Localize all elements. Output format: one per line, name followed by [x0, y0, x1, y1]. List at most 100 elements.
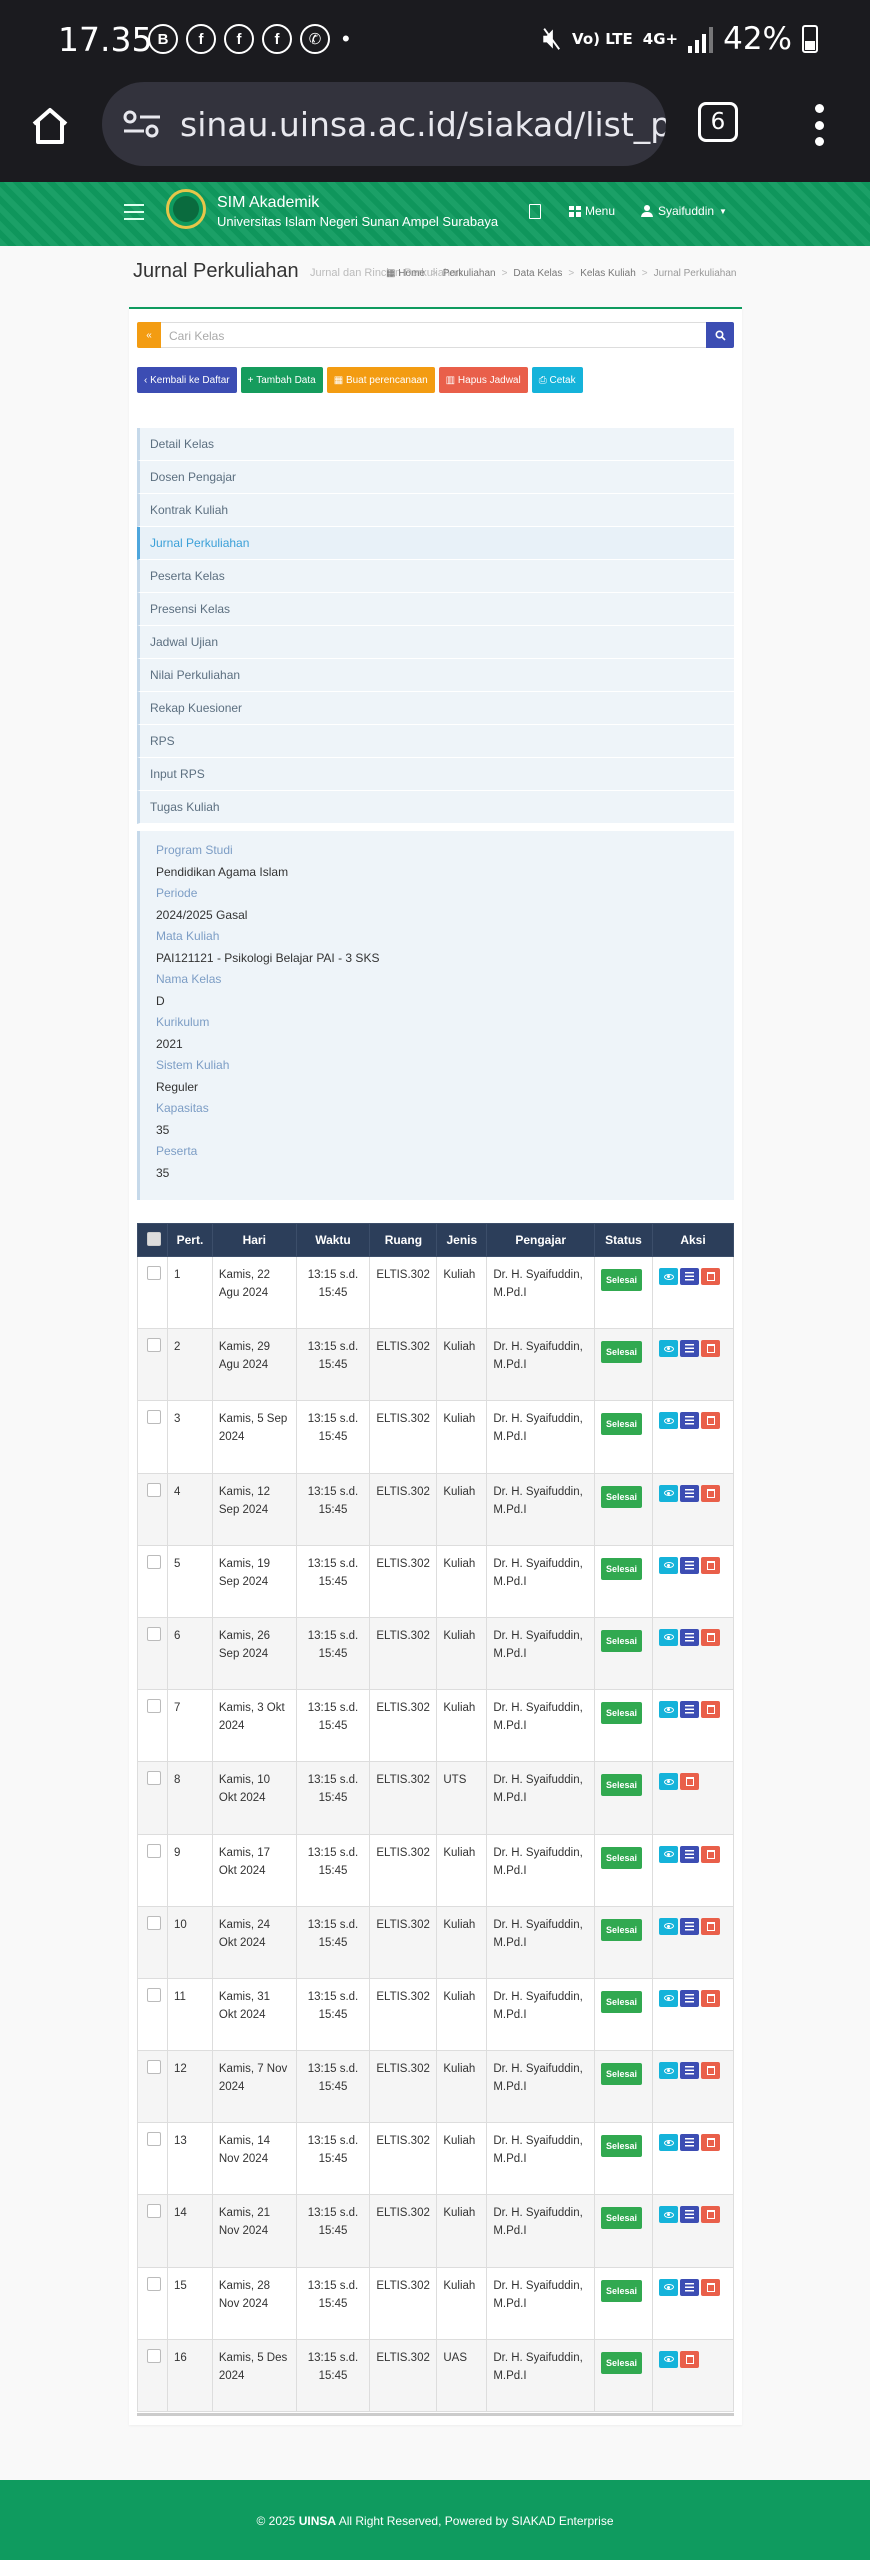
menu-tugas-kuliah[interactable]: Tugas Kuliah — [137, 791, 734, 824]
delete-button[interactable] — [701, 1412, 720, 1430]
view-button[interactable] — [659, 1701, 678, 1719]
edit-button[interactable] — [680, 2062, 699, 2080]
jenis-cell: Kuliah — [436, 1328, 488, 1402]
view-button[interactable] — [659, 2134, 678, 2152]
table-scrollbar[interactable] — [137, 2413, 734, 2416]
create-plan-button[interactable]: ▦ Buat perencanaan — [326, 367, 435, 393]
view-button[interactable] — [659, 1845, 678, 1863]
user-dropdown[interactable]: Syaifuddin ▼ — [641, 204, 727, 218]
delete-button[interactable] — [701, 1340, 720, 1358]
delete-button[interactable] — [701, 1556, 720, 1574]
delete-button[interactable] — [701, 1628, 720, 1646]
row-checkbox[interactable] — [147, 1699, 161, 1714]
edit-button[interactable] — [680, 1484, 699, 1502]
edit-button[interactable] — [680, 2134, 699, 2152]
row-checkbox[interactable] — [147, 1338, 161, 1353]
edit-button[interactable] — [680, 1989, 699, 2007]
row-checkbox[interactable] — [147, 1987, 161, 2002]
breadcrumb-home[interactable]: ▦ Home — [386, 268, 425, 279]
tab-switcher-button[interactable]: 6 — [698, 102, 738, 142]
edit-button[interactable] — [680, 1917, 699, 1935]
menu-peserta-kelas[interactable]: Peserta Kelas — [137, 560, 734, 593]
delete-button[interactable] — [680, 2350, 699, 2368]
view-button[interactable] — [659, 2350, 678, 2368]
select-all-checkbox[interactable] — [147, 1231, 161, 1246]
delete-button[interactable] — [701, 2134, 720, 2152]
row-checkbox[interactable] — [147, 1482, 161, 1497]
view-button[interactable] — [659, 1917, 678, 1935]
more-options-icon[interactable] — [812, 104, 826, 146]
edit-button[interactable] — [680, 1268, 699, 1285]
menu-presensi-kelas[interactable]: Presensi Kelas — [137, 593, 734, 626]
back-to-list-button[interactable]: ‹ Kembali ke Daftar — [137, 367, 237, 393]
edit-button[interactable] — [680, 1701, 699, 1719]
view-button[interactable] — [659, 1340, 678, 1358]
view-button[interactable] — [659, 2278, 678, 2296]
view-button[interactable] — [659, 1556, 678, 1574]
view-button[interactable] — [659, 1989, 678, 2007]
menu-jurnal-perkuliahan[interactable]: Jurnal Perkuliahan — [137, 527, 734, 560]
view-button[interactable] — [659, 1628, 678, 1646]
view-button[interactable] — [659, 1412, 678, 1430]
delete-button[interactable] — [701, 1845, 720, 1863]
delete-button[interactable] — [701, 2206, 720, 2224]
edit-button[interactable] — [680, 1628, 699, 1646]
row-checkbox[interactable] — [147, 2348, 161, 2363]
view-button[interactable] — [659, 1484, 678, 1502]
edit-button[interactable] — [680, 1340, 699, 1358]
delete-button[interactable] — [701, 1917, 720, 1935]
dashboard-icon: ▦ — [386, 268, 396, 279]
delete-button[interactable] — [680, 1773, 699, 1791]
search-input[interactable]: Cari Kelas — [161, 322, 706, 348]
menu-detail-kelas[interactable]: Detail Kelas — [137, 428, 734, 461]
print-button[interactable]: ⎙ Cetak — [531, 367, 583, 393]
row-checkbox[interactable] — [147, 1771, 161, 1786]
view-button[interactable] — [659, 2206, 678, 2224]
menu-jadwal-ujian[interactable]: Jadwal Ujian — [137, 626, 734, 659]
row-checkbox[interactable] — [147, 2204, 161, 2219]
add-data-button[interactable]: + Tambah Data — [240, 367, 323, 393]
home-icon[interactable] — [26, 102, 74, 150]
delete-button[interactable] — [701, 2062, 720, 2080]
document-icon[interactable] — [529, 204, 541, 219]
row-checkbox[interactable] — [147, 1554, 161, 1569]
menu-dropdown[interactable]: Menu — [569, 204, 615, 218]
menu-rekap-kuesioner[interactable]: Rekap Kuesioner — [137, 692, 734, 725]
row-checkbox[interactable] — [147, 2060, 161, 2075]
site-settings-icon[interactable] — [122, 109, 162, 139]
search-button[interactable] — [706, 322, 734, 348]
menu-kontrak-kuliah[interactable]: Kontrak Kuliah — [137, 494, 734, 527]
waktu-cell: 13:15 s.d. 15:45 — [295, 2050, 371, 2124]
row-checkbox[interactable] — [147, 1626, 161, 1641]
menu-input-rps[interactable]: Input RPS — [137, 758, 734, 791]
row-checkbox[interactable] — [147, 1410, 161, 1425]
breadcrumb-data-kelas[interactable]: Data Kelas — [513, 268, 562, 279]
menu-dosen-pengajar[interactable]: Dosen Pengajar — [137, 461, 734, 494]
address-bar[interactable]: sinau.uinsa.ac.id/siakad/list_per — [102, 82, 666, 166]
back-arrow-button[interactable]: « — [137, 322, 161, 348]
delete-button[interactable] — [701, 2278, 720, 2296]
edit-button[interactable] — [680, 2206, 699, 2224]
row-checkbox[interactable] — [147, 1843, 161, 1858]
delete-button[interactable] — [701, 1484, 720, 1502]
row-checkbox[interactable] — [147, 1266, 161, 1280]
view-button[interactable] — [659, 2062, 678, 2080]
delete-button[interactable] — [701, 1268, 720, 1285]
delete-button[interactable] — [701, 1989, 720, 2007]
breadcrumb-perkuliahan[interactable]: Perkuliahan — [443, 268, 496, 279]
delete-button[interactable] — [701, 1701, 720, 1719]
row-checkbox[interactable] — [147, 2132, 161, 2147]
menu-rps[interactable]: RPS — [137, 725, 734, 758]
menu-nilai-perkuliahan[interactable]: Nilai Perkuliahan — [137, 659, 734, 692]
hamburger-menu-icon[interactable] — [124, 204, 144, 220]
breadcrumb-kelas-kuliah[interactable]: Kelas Kuliah — [580, 268, 636, 279]
edit-button[interactable] — [680, 2278, 699, 2296]
view-button[interactable] — [659, 1773, 678, 1791]
row-checkbox[interactable] — [147, 1915, 161, 1930]
edit-button[interactable] — [680, 1412, 699, 1430]
edit-button[interactable] — [680, 1556, 699, 1574]
row-checkbox[interactable] — [147, 2276, 161, 2291]
view-button[interactable] — [659, 1268, 678, 1285]
edit-button[interactable] — [680, 1845, 699, 1863]
delete-schedule-button[interactable]: ▥ Hapus Jadwal — [438, 367, 528, 393]
